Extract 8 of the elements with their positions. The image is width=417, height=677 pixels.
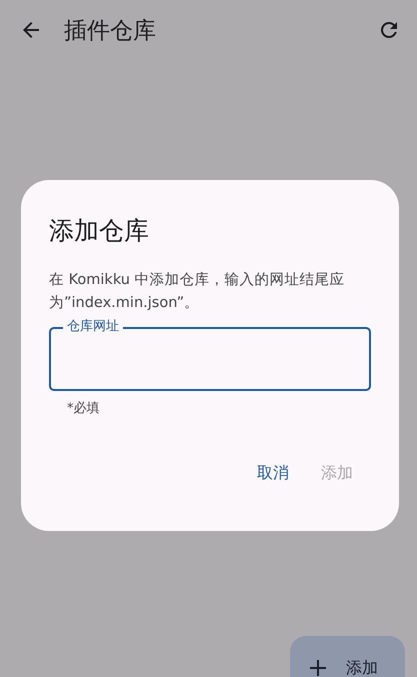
dialog-title: 添加仓库 — [49, 215, 150, 247]
plus-icon — [308, 658, 328, 677]
field-label: 仓库网址 — [63, 319, 123, 335]
add-button[interactable]: 添加 — [290, 636, 405, 677]
dialog-message: 在 Komikku 中添加仓库，输入的网址结尾应为”index.min.json”。 — [49, 270, 346, 313]
helper-text: *必填 — [67, 400, 100, 417]
screen-title: 插件仓库 — [64, 16, 157, 46]
dialog-button[interactable]: 取消 — [245, 455, 301, 492]
